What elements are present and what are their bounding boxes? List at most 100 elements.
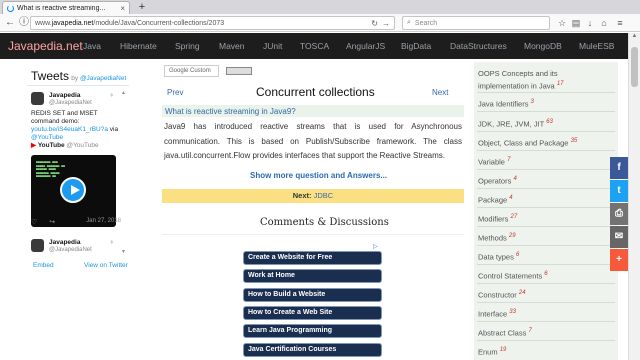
reading-list-icon[interactable]: ▤ [570, 17, 582, 29]
tab-title: What is reactive streaming... [17, 4, 106, 12]
menu-item-mongodb[interactable]: MongoDB [524, 41, 562, 51]
menu-item-hibernate[interactable]: Hibernate [120, 41, 157, 51]
menu-item-angularjs[interactable]: AngularJS [346, 41, 385, 51]
like-icon[interactable]: ♡ [31, 219, 37, 226]
scroll-up-icon[interactable]: ▲ [121, 90, 126, 96]
menu-item-spring[interactable]: Spring [175, 41, 200, 51]
site-search-button[interactable] [226, 67, 252, 75]
url-bar[interactable]: www.javapedia.net/module/Java/Concurrent… [30, 16, 395, 30]
tweet-text: REDIS SET and MSET command demo: youtu.b… [31, 110, 119, 141]
next-topic-label: Next: [292, 191, 312, 200]
tab-close-button[interactable]: × [120, 4, 125, 13]
site-logo[interactable]: Javapedia.net [8, 39, 83, 53]
twitter-share-icon[interactable]: t [610, 180, 628, 202]
more-share-icon[interactable]: + [610, 249, 628, 271]
ad-link-button[interactable]: How to Build a Website [243, 288, 382, 302]
browser-tab[interactable]: What is reactive streaming... × [2, 1, 130, 14]
browser-search-input[interactable]: ⌕ Search [402, 16, 550, 30]
menu-item-maven[interactable]: Maven [219, 41, 245, 51]
menu-item-bigdata[interactable]: BigData [401, 41, 431, 51]
divider [477, 321, 615, 322]
ad-link-button[interactable]: Create a Website for Free [243, 251, 382, 265]
tweet-author-handle[interactable]: @JavapediaNet [49, 247, 92, 253]
ad-link-button[interactable]: Java Certification Courses [243, 343, 382, 357]
reload-icon[interactable]: ↻ [371, 19, 378, 28]
tweet-author-handle[interactable]: @JavapediaNet [49, 100, 92, 106]
sidebar-item[interactable]: Modifiers 27 [478, 212, 517, 225]
tweets-by: by @JavapediaNet [71, 75, 127, 82]
search-placeholder: Search [414, 19, 438, 27]
menu-item-datastructures[interactable]: DataStructures [450, 41, 507, 51]
sidebar-item[interactable]: Control Statements 6 [478, 269, 548, 282]
sidebar-item[interactable]: Variable 7 [478, 155, 510, 168]
tweet-link[interactable]: youtu.be/iS4euaK1_rBU?a [31, 126, 108, 133]
adchoices-icon[interactable]: ▷ [373, 243, 378, 250]
tweet-author-name[interactable]: Javapedia [49, 92, 80, 99]
sidebar-item[interactable]: Operators 4 [478, 174, 517, 187]
info-icon[interactable]: ⓘ [18, 17, 30, 29]
arrow-icon[interactable]: → [382, 19, 390, 28]
sidebar-item[interactable]: Methods 29 [478, 231, 516, 244]
site-search-input[interactable]: Google Custom [164, 65, 219, 77]
avatar[interactable] [31, 92, 44, 105]
divider [477, 245, 615, 246]
site-header: Javapedia.net Java Hibernate Spring Mave… [0, 33, 628, 59]
sidebar-item[interactable]: JDK, JRE, JVM, JIT 63 [478, 117, 553, 130]
print-icon[interactable]: ⎙ [610, 203, 628, 225]
scroll-thumb[interactable] [631, 47, 638, 87]
twitter-embed-link[interactable]: Embed [33, 262, 54, 269]
tweet-date[interactable]: Jan 27, 2018 [86, 218, 121, 224]
email-icon[interactable]: ✉ [610, 226, 628, 248]
scroll-up-arrow[interactable]: ▲ [629, 33, 640, 39]
next-link[interactable]: Next [432, 88, 448, 97]
home-icon[interactable]: ⌂ [598, 17, 610, 29]
divider [477, 111, 615, 112]
url-text: www.javapedia.net/module/Java/Concurrent… [35, 19, 225, 27]
show-more-link[interactable]: Show more question and Answers... [250, 171, 387, 180]
share-icon[interactable]: ↪ [49, 219, 55, 226]
menu-item-junit[interactable]: JUnit [263, 41, 282, 51]
view-on-twitter-link[interactable]: View on Twitter [84, 262, 128, 269]
sidebar-item[interactable]: Abstract Class 7 [478, 326, 532, 339]
tweet-via-handle[interactable]: @YouTube [31, 134, 63, 141]
star-icon[interactable]: ☆ [556, 17, 568, 29]
divider [477, 169, 615, 170]
prev-link[interactable]: Prev [167, 88, 183, 97]
tweet-video-thumbnail[interactable]: ■■■■■■■■ ■■■ ■■■■■ ■■■■■■■ ■■ ■■■■■■ ■■■… [31, 155, 116, 227]
comments-heading: Comments & Discussions [260, 217, 389, 228]
divider [477, 207, 615, 208]
ad-link-button[interactable]: How to Create a Web Site [243, 306, 382, 320]
avatar[interactable] [31, 239, 44, 252]
next-topic-link[interactable]: JDBC [314, 191, 334, 200]
question-text[interactable]: What is reactive streaming in Java9? [165, 107, 296, 116]
facebook-share-icon[interactable]: f [610, 157, 628, 179]
ad-link-button[interactable]: Learn Java Programming [243, 324, 382, 338]
download-icon[interactable]: ↓ [584, 17, 596, 29]
menu-item-muleesb[interactable]: MuleESB [579, 41, 614, 51]
loading-icon [7, 4, 14, 12]
sidebar-item[interactable]: Constructor 24 [478, 288, 526, 301]
scroll-down-icon[interactable]: ▼ [121, 249, 126, 255]
new-tab-button[interactable]: + [136, 1, 148, 13]
divider [477, 92, 615, 93]
menu-item-tosca[interactable]: TOSCA [300, 41, 329, 51]
menu-item-java[interactable]: Java [83, 41, 101, 51]
divider [162, 234, 464, 235]
twitter-bird-icon: ♦ [110, 92, 114, 99]
menu-icon[interactable]: ≡ [614, 17, 626, 29]
tweet-youtube-source[interactable]: ▶ YouTube @YouTube [31, 141, 99, 149]
sidebar-item[interactable]: Java Identifiers 3 [478, 97, 534, 110]
sidebar-item[interactable]: OOPS Concepts and its implementation in … [478, 68, 610, 92]
twitter-scrollbar[interactable]: ▲ ▼ [121, 90, 127, 255]
sidebar-item[interactable]: Interface 33 [478, 307, 516, 320]
back-icon[interactable]: ← [4, 17, 16, 29]
page-scrollbar[interactable]: ▲ [628, 33, 640, 360]
sidebar-item[interactable]: Data types 6 [478, 250, 519, 263]
play-icon[interactable] [60, 177, 86, 203]
sidebar-item[interactable]: Object, Class and Package 35 [478, 136, 577, 149]
tweet-author-name[interactable]: Javapedia [49, 239, 80, 246]
sidebar-item[interactable]: Package 4 [478, 193, 513, 206]
sidebar-item[interactable]: Enum 19 [478, 345, 506, 358]
browser-nav-bar: ← ⓘ www.javapedia.net/module/Java/Concur… [0, 14, 640, 32]
ad-link-button[interactable]: Work at Home [243, 269, 382, 283]
